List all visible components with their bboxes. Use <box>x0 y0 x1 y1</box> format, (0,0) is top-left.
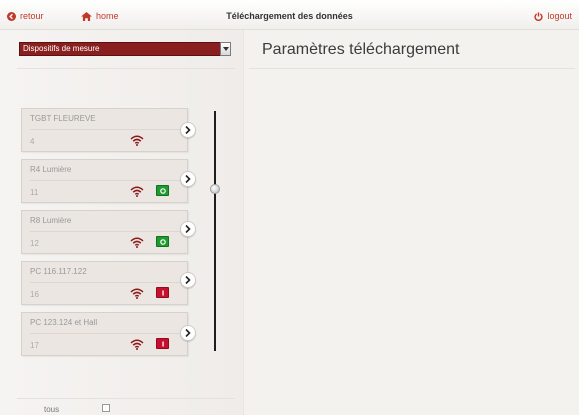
parameters-title: Paramètres téléchargement <box>262 41 460 58</box>
parameters-panel: Paramètres téléchargement <box>243 30 579 415</box>
dropdown-arrow-icon[interactable] <box>220 42 231 56</box>
power-on-icon <box>159 238 166 245</box>
device-card[interactable]: R8 Lumière 12 <box>21 210 188 254</box>
power-icon <box>534 11 544 21</box>
logout-label: logout <box>547 11 572 21</box>
wifi-icon <box>130 339 144 350</box>
chevron-right-icon[interactable] <box>180 171 196 187</box>
chevron-right-icon[interactable] <box>180 272 196 288</box>
wifi-icon <box>130 135 144 146</box>
device-number: 16 <box>30 290 39 299</box>
device-number: 4 <box>30 137 35 146</box>
device-number: 17 <box>30 341 39 350</box>
divider <box>30 333 180 334</box>
device-card[interactable]: PC 123.124 et Hall 17 <box>21 312 188 356</box>
device-number: 11 <box>30 188 39 197</box>
divider <box>17 398 235 399</box>
back-label: retour <box>20 11 44 21</box>
device-card[interactable]: R4 Lumière 11 <box>21 159 188 203</box>
divider <box>30 231 180 232</box>
status-off-button[interactable] <box>156 287 169 298</box>
device-name: TGBT FLEUREVE <box>30 114 96 123</box>
power-off-icon <box>161 341 164 346</box>
chevron-right-icon[interactable] <box>180 221 196 237</box>
select-all-label: tous <box>44 405 60 414</box>
scrollbar-handle[interactable] <box>210 184 220 194</box>
device-name: R4 Lumière <box>30 165 72 174</box>
device-type-select-value: Dispositifs de mesure <box>23 44 100 53</box>
status-off-button[interactable] <box>156 338 169 349</box>
divider <box>30 129 180 130</box>
device-card[interactable]: TGBT FLEUREVE 4 <box>21 108 188 152</box>
chevron-right-icon[interactable] <box>180 325 196 341</box>
back-link[interactable]: retour <box>7 11 44 21</box>
divider <box>30 282 180 283</box>
power-off-icon <box>161 290 164 295</box>
divider <box>30 180 180 181</box>
top-bar: retour home Téléchargement des données l… <box>0 0 579 30</box>
chevron-right-icon[interactable] <box>180 122 196 138</box>
power-on-icon <box>159 187 166 194</box>
status-on-button[interactable] <box>156 236 169 247</box>
select-all-checkbox[interactable] <box>102 404 110 412</box>
device-type-select[interactable]: Dispositifs de mesure <box>19 42 231 56</box>
home-link[interactable]: home <box>81 11 119 21</box>
status-on-button[interactable] <box>156 185 169 196</box>
device-number: 12 <box>30 239 39 248</box>
device-name: PC 123.124 et Hall <box>30 318 98 327</box>
wifi-icon <box>130 186 144 197</box>
logout-link[interactable]: logout <box>534 11 572 21</box>
divider <box>249 68 575 69</box>
wifi-icon <box>130 237 144 248</box>
device-name: PC 116.117.122 <box>30 267 87 276</box>
home-icon <box>81 11 92 21</box>
home-label: home <box>96 11 119 21</box>
divider <box>17 68 235 69</box>
device-card[interactable]: PC 116.117.122 16 <box>21 261 188 305</box>
back-arrow-icon <box>7 11 16 21</box>
wifi-icon <box>130 288 144 299</box>
device-name: R8 Lumière <box>30 216 72 225</box>
scrollbar-track[interactable] <box>214 111 216 351</box>
